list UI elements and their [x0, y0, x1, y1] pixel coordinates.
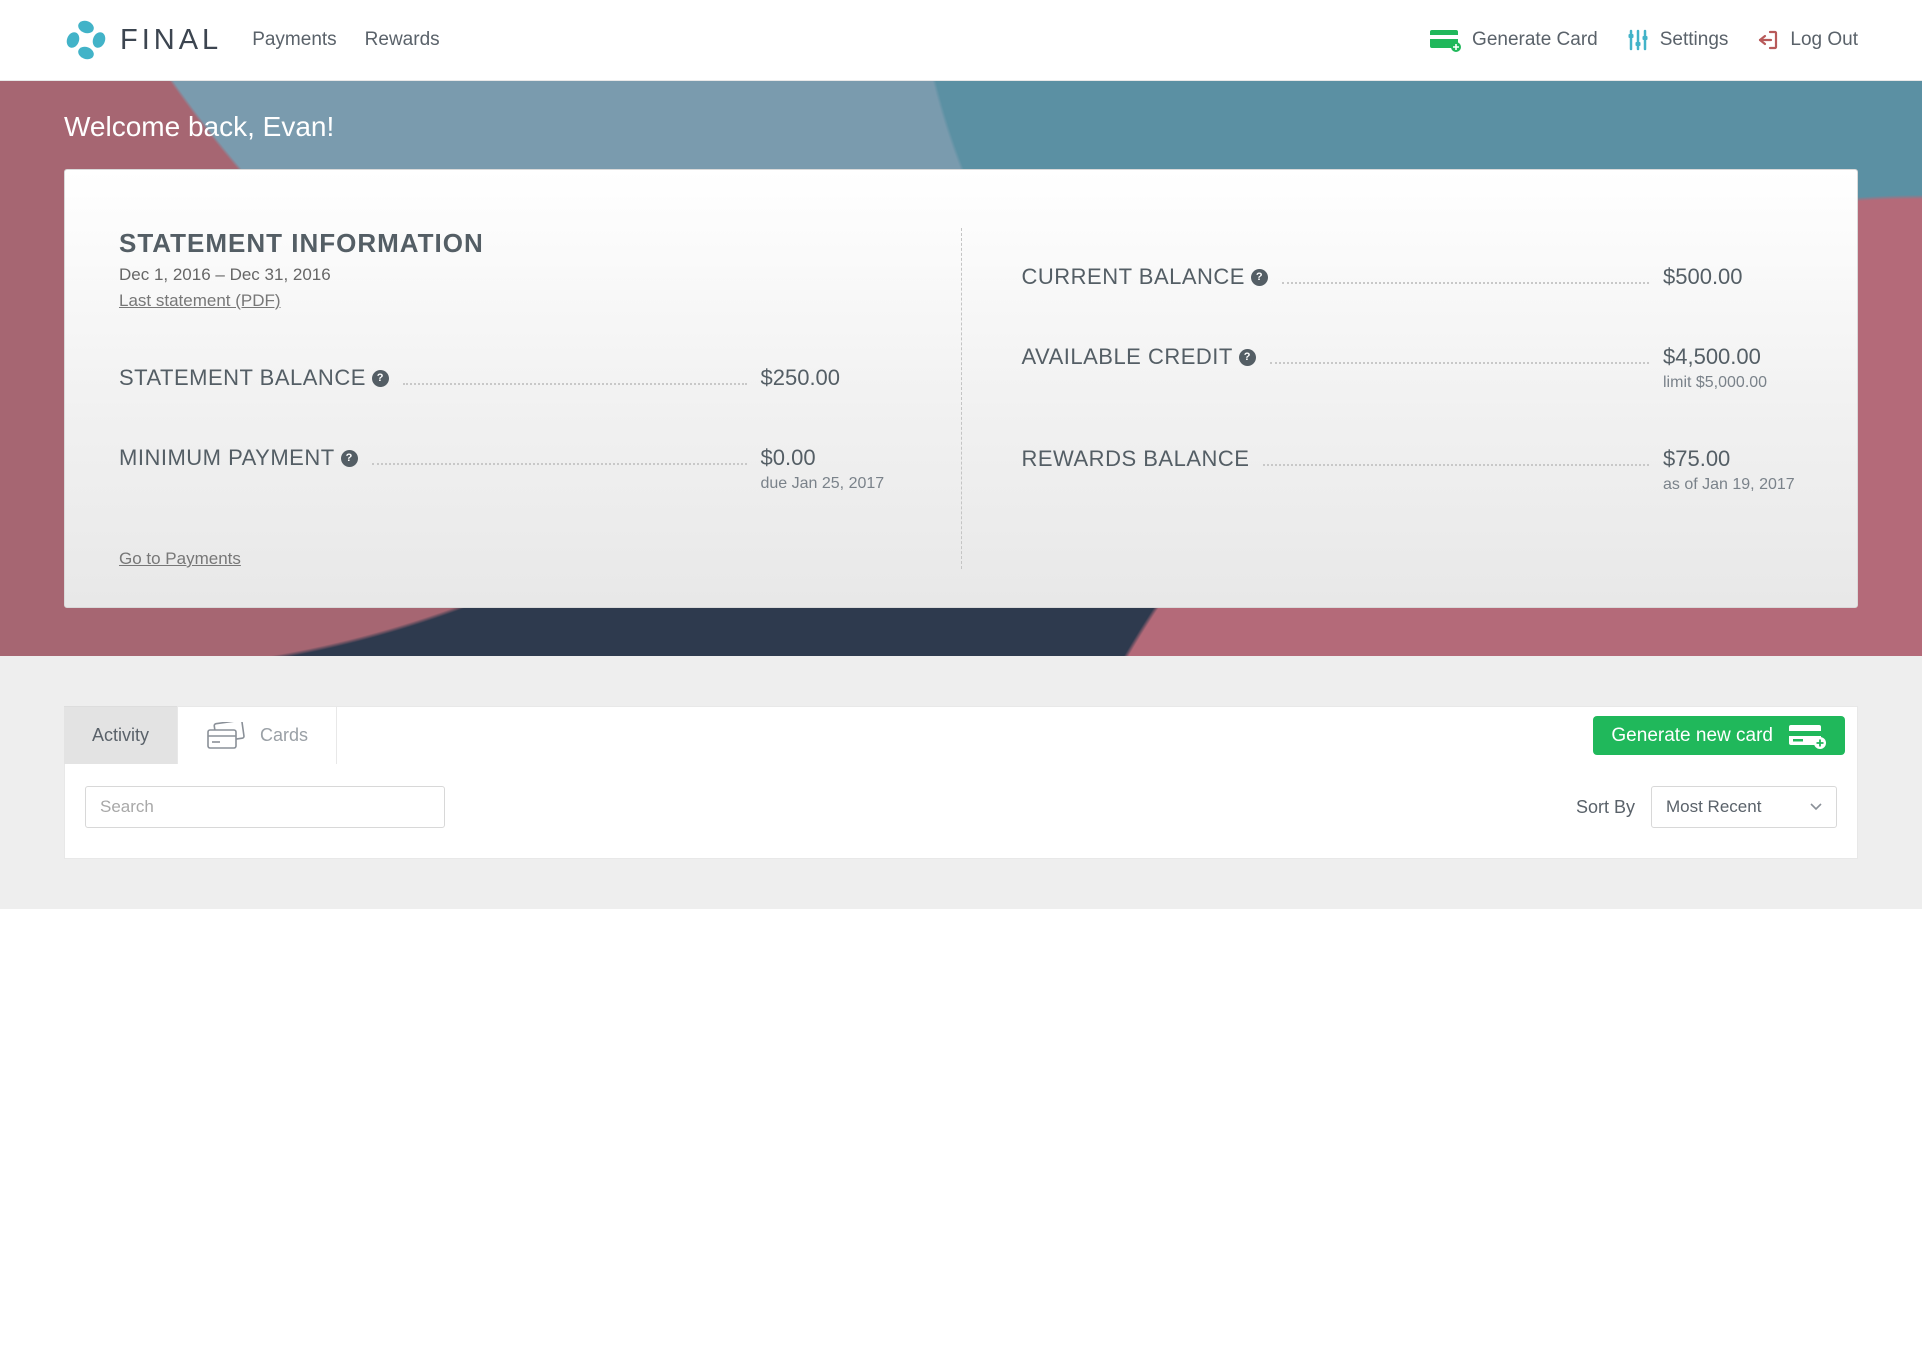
- filter-row: Sort By Most Recent: [64, 764, 1858, 859]
- sort-by-label: Sort By: [1576, 797, 1635, 818]
- statement-right-col: CURRENT BALANCE ? $500.00 AVAILABLE CRED…: [962, 228, 1804, 569]
- statement-date-range: Dec 1, 2016 – Dec 31, 2016: [119, 265, 901, 285]
- dotted-leader: [1282, 282, 1649, 284]
- rewards-as-of: as of Jan 19, 2017: [1663, 476, 1803, 494]
- available-credit-label: AVAILABLE CREDIT: [1022, 344, 1233, 370]
- content-area: Activity Cards Generate new card: [0, 656, 1922, 909]
- nav-rewards[interactable]: Rewards: [365, 29, 440, 51]
- nav-logout[interactable]: Log Out: [1756, 28, 1858, 52]
- nav-settings[interactable]: Settings: [1626, 28, 1729, 52]
- tabs-row: Activity Cards Generate new card: [64, 706, 1858, 764]
- statement-balance-value: $250.00: [761, 365, 901, 391]
- nav-left: Payments Rewards: [252, 29, 439, 51]
- minimum-payment-due: due Jan 25, 2017: [761, 475, 901, 493]
- minimum-payment-value: $0.00: [761, 445, 901, 471]
- sort-select[interactable]: Most Recent: [1651, 786, 1837, 828]
- tabs-fill: Generate new card: [337, 706, 1858, 764]
- brand-name: FINAL: [120, 24, 222, 57]
- row-statement-balance: STATEMENT BALANCE ? $250.00: [119, 365, 901, 391]
- tab-activity[interactable]: Activity: [64, 706, 177, 764]
- go-to-payments-link[interactable]: Go to Payments: [119, 549, 241, 569]
- help-icon[interactable]: ?: [372, 370, 389, 387]
- current-balance-value: $500.00: [1663, 264, 1803, 290]
- help-icon[interactable]: ?: [1251, 269, 1268, 286]
- current-balance-label: CURRENT BALANCE: [1022, 264, 1245, 290]
- dotted-leader: [1263, 464, 1649, 466]
- statement-balance-label: STATEMENT BALANCE: [119, 365, 366, 391]
- nav-settings-label: Settings: [1660, 29, 1729, 51]
- tab-cards[interactable]: Cards: [177, 706, 337, 764]
- hero: Welcome back, Evan! STATEMENT INFORMATIO…: [0, 81, 1922, 656]
- generate-new-card-button[interactable]: Generate new card: [1593, 716, 1845, 755]
- nav-logout-label: Log Out: [1790, 29, 1858, 51]
- brand-logo[interactable]: FINAL: [64, 18, 222, 62]
- dotted-leader: [1270, 362, 1649, 364]
- row-rewards-balance: REWARDS BALANCE $75.00 as of Jan 19, 201…: [1022, 446, 1804, 494]
- welcome-message: Welcome back, Evan!: [64, 111, 1858, 143]
- nav-payments[interactable]: Payments: [252, 29, 336, 51]
- last-statement-pdf-link[interactable]: Last statement (PDF): [119, 291, 281, 311]
- statement-card: STATEMENT INFORMATION Dec 1, 2016 – Dec …: [64, 169, 1858, 608]
- dotted-leader: [372, 463, 747, 465]
- card-plus-icon: [1787, 722, 1827, 750]
- rewards-balance-label: REWARDS BALANCE: [1022, 446, 1250, 472]
- rewards-balance-value: $75.00: [1663, 446, 1803, 472]
- generate-new-card-label: Generate new card: [1611, 725, 1773, 747]
- available-credit-value: $4,500.00: [1663, 344, 1803, 370]
- statement-left-col: STATEMENT INFORMATION Dec 1, 2016 – Dec …: [119, 228, 962, 569]
- tab-activity-label: Activity: [92, 725, 149, 746]
- nav-generate-card[interactable]: Generate Card: [1430, 28, 1598, 52]
- row-current-balance: CURRENT BALANCE ? $500.00: [1022, 264, 1804, 290]
- cards-icon: [206, 722, 246, 750]
- dotted-leader: [403, 383, 747, 385]
- credit-limit: limit $5,000.00: [1663, 374, 1803, 392]
- help-icon[interactable]: ?: [1239, 349, 1256, 366]
- tab-cards-label: Cards: [260, 725, 308, 746]
- help-icon[interactable]: ?: [341, 450, 358, 467]
- nav-right: Generate Card Settings: [1430, 28, 1858, 52]
- card-plus-icon: [1430, 28, 1462, 52]
- nav-generate-card-label: Generate Card: [1472, 29, 1598, 51]
- logo-icon: [64, 18, 108, 62]
- chevron-down-icon: [1810, 803, 1822, 811]
- search-input[interactable]: [85, 786, 445, 828]
- row-minimum-payment: MINIMUM PAYMENT ? $0.00 due Jan 25, 2017: [119, 445, 901, 493]
- row-available-credit: AVAILABLE CREDIT ? $4,500.00 limit $5,00…: [1022, 344, 1804, 392]
- logout-icon: [1756, 28, 1780, 52]
- sliders-icon: [1626, 28, 1650, 52]
- sort-select-value: Most Recent: [1666, 797, 1761, 817]
- topbar: FINAL Payments Rewards Generate Card: [0, 0, 1922, 81]
- statement-title: STATEMENT INFORMATION: [119, 228, 901, 259]
- minimum-payment-label: MINIMUM PAYMENT: [119, 445, 335, 471]
